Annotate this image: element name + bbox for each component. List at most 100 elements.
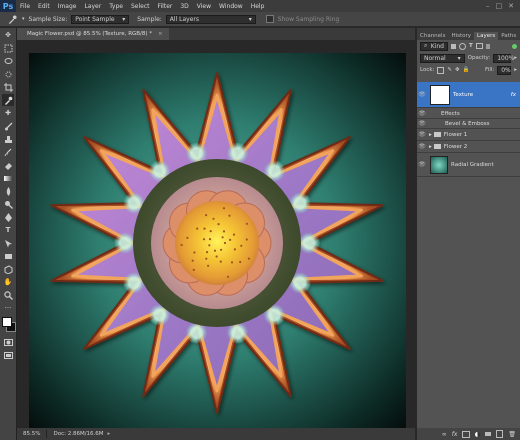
brush-tool-icon[interactable] (2, 120, 14, 132)
expand-arrow-icon[interactable]: ▸ (429, 144, 432, 150)
layer-row-bevel-emboss[interactable]: 👁 Bevel & Emboss (417, 119, 520, 129)
fx-badge[interactable]: fx (511, 92, 516, 98)
pen-tool-icon[interactable] (2, 211, 14, 223)
opacity-field[interactable]: 100% (493, 53, 514, 63)
filter-adjustment-icon[interactable] (459, 42, 466, 50)
menu-image[interactable]: Image (54, 3, 81, 10)
seed-dot (180, 243, 183, 247)
layer-row-effects[interactable]: 👁 Effects (417, 109, 520, 119)
chevron-down-icon[interactable]: ▸ (514, 55, 517, 61)
status-menu-arrow-icon[interactable]: ▸ (108, 431, 111, 437)
layer-name[interactable]: Texture (453, 92, 473, 98)
minimize-button[interactable]: – (486, 2, 490, 10)
eyedropper-tool-icon[interactable] (6, 14, 18, 24)
menu-select[interactable]: Select (127, 3, 154, 10)
close-tab-icon[interactable]: × (158, 31, 163, 37)
new-layer-icon[interactable] (496, 430, 504, 438)
filter-toggle-icon[interactable] (512, 43, 517, 49)
menu-view[interactable]: View (193, 3, 215, 10)
menu-help[interactable]: Help (247, 3, 269, 10)
lasso-tool-icon[interactable] (2, 55, 14, 67)
menu-window[interactable]: Window (215, 3, 247, 10)
dodge-tool-icon[interactable] (2, 198, 14, 210)
eye-icon[interactable]: 👁 (417, 110, 427, 117)
document-size-info[interactable]: Doc: 2.86M/16.6M (53, 431, 103, 437)
menu-3d[interactable]: 3D (176, 3, 192, 10)
lock-transparent-icon[interactable] (437, 66, 445, 74)
expand-arrow-icon[interactable]: ▸ (429, 132, 432, 138)
rectangle-tool-icon[interactable] (2, 250, 14, 262)
marquee-tool-icon[interactable] (2, 42, 14, 54)
fill-field[interactable]: 0% (497, 65, 512, 75)
layer-row-flower-2[interactable]: 👁 ▸ Flower 2 (417, 141, 520, 153)
menu-edit[interactable]: Edit (34, 3, 54, 10)
menu-filter[interactable]: Filter (154, 3, 177, 10)
move-tool-icon[interactable]: ✥ (2, 29, 14, 41)
layer-row-flower-1[interactable]: 👁 ▸ Flower 1 (417, 129, 520, 141)
canvas-area[interactable] (17, 40, 415, 428)
close-button[interactable]: ✕ (508, 2, 514, 10)
new-group-icon[interactable] (485, 432, 492, 436)
tool-preset-caret-icon[interactable]: ▾ (22, 16, 25, 22)
hand-tool-icon[interactable]: ✋ (2, 276, 14, 288)
layer-row-radial-gradient[interactable]: 👁 Radial Gradient (417, 153, 520, 177)
filter-kind-select[interactable]: ⌕ Kind (420, 41, 448, 51)
tab-history[interactable]: History (448, 32, 474, 40)
zoom-tool-icon[interactable] (2, 289, 14, 301)
tab-paths[interactable]: Paths (498, 32, 519, 40)
eyedropper-tool-icon[interactable] (2, 94, 14, 106)
more-tools-icon[interactable]: ··· (2, 302, 14, 314)
tab-channels[interactable]: Channels (417, 32, 448, 40)
quick-selection-tool-icon[interactable] (2, 68, 14, 80)
document-canvas[interactable] (29, 53, 406, 428)
3d-tool-icon[interactable] (2, 263, 14, 275)
gradient-tool-icon[interactable] (2, 172, 14, 184)
zoom-level[interactable]: 85.5% (17, 431, 46, 437)
eye-icon[interactable]: 👁 (417, 120, 427, 127)
lock-image-icon[interactable]: ✎ (447, 67, 452, 73)
path-selection-tool-icon[interactable] (2, 237, 14, 249)
color-swatches[interactable] (0, 317, 16, 335)
adjustment-layer-icon[interactable] (475, 431, 481, 437)
eye-icon[interactable]: 👁 (417, 91, 427, 98)
delete-layer-icon[interactable]: 🗑 (508, 431, 516, 438)
link-layers-icon[interactable]: ∞ (442, 431, 447, 438)
foreground-color-swatch[interactable] (2, 317, 12, 327)
layer-name[interactable]: Flower 1 (444, 132, 467, 138)
type-tool-icon[interactable]: T (2, 224, 14, 236)
crop-tool-icon[interactable] (2, 81, 14, 93)
clone-stamp-tool-icon[interactable] (2, 133, 14, 145)
history-brush-tool-icon[interactable] (2, 146, 14, 158)
blend-mode-select[interactable]: Normal ▾ (420, 53, 465, 63)
menu-type[interactable]: Type (105, 3, 127, 10)
sample-size-select[interactable]: Point Sample ▾ (71, 14, 130, 24)
healing-brush-tool-icon[interactable]: ✚ (2, 107, 14, 119)
screen-mode-icon[interactable] (2, 349, 14, 361)
filter-pixel-icon[interactable] (451, 43, 456, 49)
chevron-down-icon[interactable]: ▸ (514, 67, 517, 73)
layer-name[interactable]: Flower 2 (444, 144, 467, 150)
tab-layers[interactable]: Layers (474, 32, 499, 40)
quick-mask-icon[interactable] (2, 336, 14, 348)
menu-layer[interactable]: Layer (80, 3, 105, 10)
lock-all-icon[interactable]: 🔒 (463, 67, 470, 73)
layer-name[interactable]: Radial Gradient (451, 162, 494, 168)
sample-select[interactable]: All Layers ▾ (165, 14, 256, 24)
add-style-icon[interactable]: fx (452, 431, 458, 438)
eye-icon[interactable]: 👁 (417, 131, 427, 138)
filter-smart-object-icon[interactable] (485, 43, 490, 49)
document-tab[interactable]: Magic Flower.psd @ 85.5% (Texture, RGB/8… (17, 28, 169, 40)
eye-icon[interactable]: 👁 (417, 161, 427, 168)
filter-type-icon[interactable]: T (469, 43, 473, 49)
blur-tool-icon[interactable] (2, 185, 14, 197)
lock-position-icon[interactable]: ✥ (455, 67, 460, 73)
add-mask-icon[interactable] (462, 430, 471, 438)
lock-fill-row: Lock: ✎ ✥ 🔒 Fill: 0% ▸ (417, 64, 520, 76)
eye-icon[interactable]: 👁 (417, 143, 427, 150)
maximize-button[interactable]: □ (496, 2, 503, 10)
layer-row-texture[interactable]: 👁 Texture fx (417, 82, 520, 108)
sampling-ring-checkbox[interactable] (265, 15, 274, 23)
eraser-tool-icon[interactable] (2, 159, 14, 171)
filter-shape-icon[interactable] (475, 43, 483, 49)
menu-file[interactable]: File (16, 3, 34, 10)
